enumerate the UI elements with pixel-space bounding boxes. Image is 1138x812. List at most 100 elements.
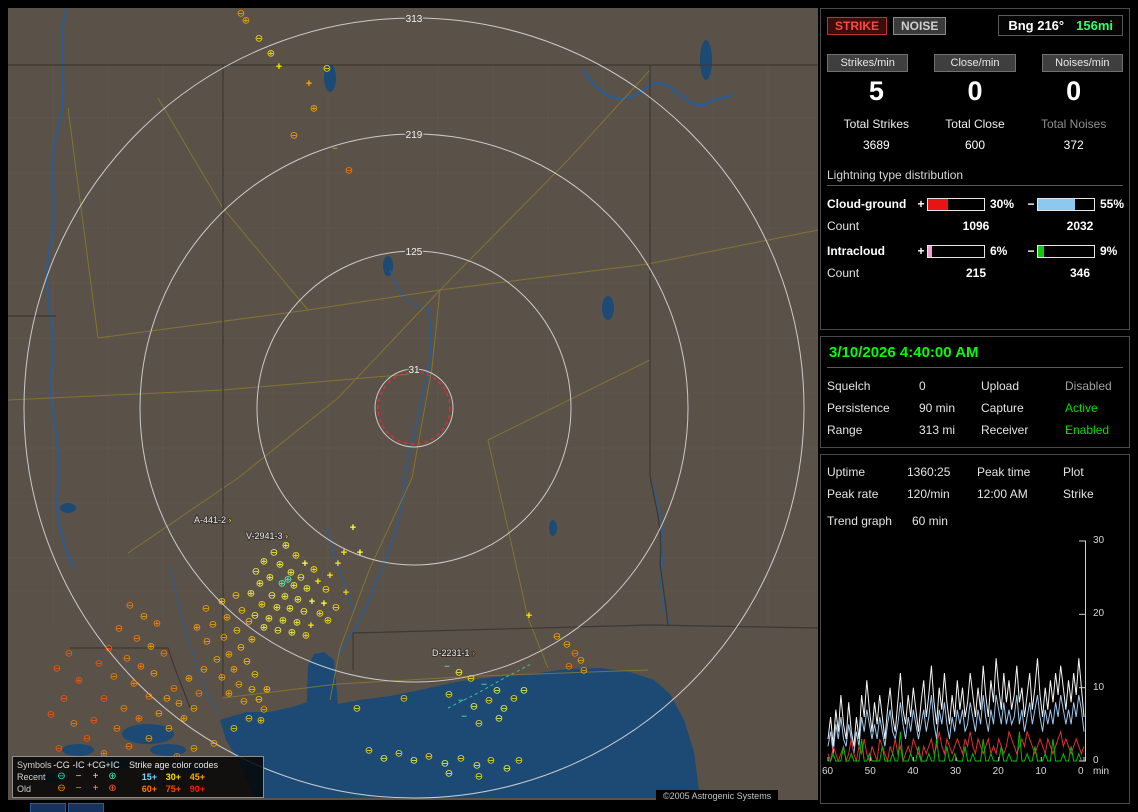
trend-x-unit: min [1093,766,1109,777]
strike-symbol: ⊖ [175,699,183,710]
noise-button[interactable]: NOISE [893,17,946,35]
strike-symbol: ⊕ [137,662,145,673]
strike-symbol: ⊕ [75,676,83,687]
totals-row: Total Strikes 3689 Total Close 600 Total… [827,117,1123,152]
strike-symbol: ⊖ [353,704,361,715]
strike-symbol: ⊖ [252,567,260,578]
strike-symbol: ⊖ [274,626,282,637]
strike-symbol: ⊖ [410,756,418,767]
legend-age-code: 75+ [157,784,181,794]
strike-symbol: + [526,610,532,622]
strike-symbol: ⊖ [233,626,241,637]
trend-x-tick: 60 [822,766,833,777]
strike-symbol: ⊖ [323,64,331,75]
strike-symbol: ⊖ [163,694,171,705]
strike-symbol: ⊖ [60,694,68,705]
strike-symbol: ⊖ [245,714,253,725]
strike-symbol: ⊖ [515,756,523,767]
strike-symbol: ⊖ [345,166,353,177]
strike-symbol: ⊖ [53,664,61,675]
strike-symbol: ⊖ [238,606,246,617]
strike-symbol: + [335,558,341,570]
strike-symbol: + [341,547,347,559]
rate-values: 5 0 0 [827,76,1123,107]
strike-symbol: ⊖ [365,746,373,757]
strike-symbol: ⊕ [310,565,318,576]
legend-col-cg-neg: -CG [53,760,70,770]
strike-symbol: ⊖ [553,632,561,643]
map-svg[interactable]: 313 219 125 31 ⊕⊖⊕⊕+⊕⊕⊖⊕⊕⊖+⊕⊕⊕⊕⊖⊕⊖⊕⊕+⊕⊕⊕… [8,8,818,800]
strike-symbol: ⊖ [220,633,228,644]
legend-age-code: 90+ [181,784,205,794]
persistence-label: Persistence [827,401,919,415]
bearing-label: Bng 216° [1008,18,1064,33]
plus-sign: + [915,244,927,258]
control-row: STRIKE NOISE Bng 216° 156mi [827,15,1123,36]
strike-symbol: ⊖ [475,719,483,730]
strike-symbol: ⊕ [247,589,255,600]
strike-symbol: ⊕ [260,557,268,568]
cg-minus-count: 2032 [1037,219,1123,233]
strike-symbol: ⊕ [225,650,233,661]
strike-symbol: ⊖ [165,724,173,735]
peak-rate-value: 120/min [907,487,977,501]
total-noises: Total Noises 372 [1024,117,1123,152]
total-strikes: Total Strikes 3689 [827,117,926,152]
trend-series-noises [828,732,1084,761]
strike-symbol: ⊕ [273,603,281,614]
strike-symbol: ⊖ [70,719,78,730]
persistence-value: 90 min [919,401,981,415]
plot-label: Plot [1063,465,1123,479]
strike-symbol: ⊕ [260,623,268,634]
lightning-map[interactable]: 313 219 125 31 ⊕⊖⊕⊕+⊕⊕⊖⊕⊕⊖+⊕⊕⊕⊕⊖⊕⊖⊕⊕+⊕⊕⊕… [8,8,818,800]
cloud-ground-row: Cloud-ground + 30% − 55% [827,197,1123,211]
strike-symbol: ⊖ [475,772,483,783]
strike-symbol: ⊖ [268,591,276,602]
strike-symbol: ⊕ [248,635,256,646]
legend-symbol: ⊕ [104,772,121,782]
storm-track-label: A-441-2 › [194,515,232,525]
strike-symbol: ⊕ [242,16,250,27]
strike-symbol: ⊖ [115,624,123,635]
strike-symbol: ⊕ [225,689,233,700]
strike-symbol: ⊖ [467,674,475,685]
legend-col-ic-pos: +IC [104,760,121,770]
tray-item-2[interactable] [68,803,104,812]
strike-symbol: ⊕ [185,674,193,685]
cg-minus-bar [1037,198,1095,211]
range-label: Range [827,423,919,437]
strike-symbol: ⊖ [120,704,128,715]
strike-symbol: ⊖ [150,669,158,680]
strike-symbol: ⊕ [153,619,161,630]
strike-symbol: ⊖ [565,662,573,673]
strike-symbol: ⊕ [303,584,311,595]
strike-button[interactable]: STRIKE [827,17,887,35]
strike-symbol: ⊖ [235,680,243,691]
strike-symbol: − [458,696,464,707]
strike-symbol: ⊕ [294,595,302,606]
legend-symbol: + [87,772,104,782]
strike-symbol: ⊖ [232,591,240,602]
strike-symbol: ⊕ [266,573,274,584]
strike-symbol: ⊖ [55,744,63,755]
strike-symbol: ⊖ [470,702,478,713]
ic-minus-count: 346 [1037,266,1123,280]
strike-symbol: ⊖ [243,657,251,668]
intracloud-row: Intracloud + 6% − 9% [827,244,1123,258]
strike-symbol: − [332,144,338,155]
strike-symbol: + [350,522,356,534]
strike-symbol: ⊖ [47,710,55,721]
strike-symbol: ⊕ [256,579,264,590]
strike-symbol: ⊖ [322,585,330,596]
tray-item-1[interactable] [30,803,66,812]
strike-symbol: + [327,570,333,582]
strike-symbol: ⊕ [135,714,143,725]
status-grid: Uptime 1360:25 Peak time Plot Peak rate … [827,465,1123,501]
plus-sign: + [915,197,927,211]
receiver-label: Receiver [981,423,1065,437]
strike-symbol: ⊖ [400,694,408,705]
trend-x-tick: 30 [950,766,961,777]
total-strikes-value: 3689 [827,138,926,152]
trend-graph-label: Trend graph [827,514,892,528]
strike-symbol: ⊖ [237,643,245,654]
